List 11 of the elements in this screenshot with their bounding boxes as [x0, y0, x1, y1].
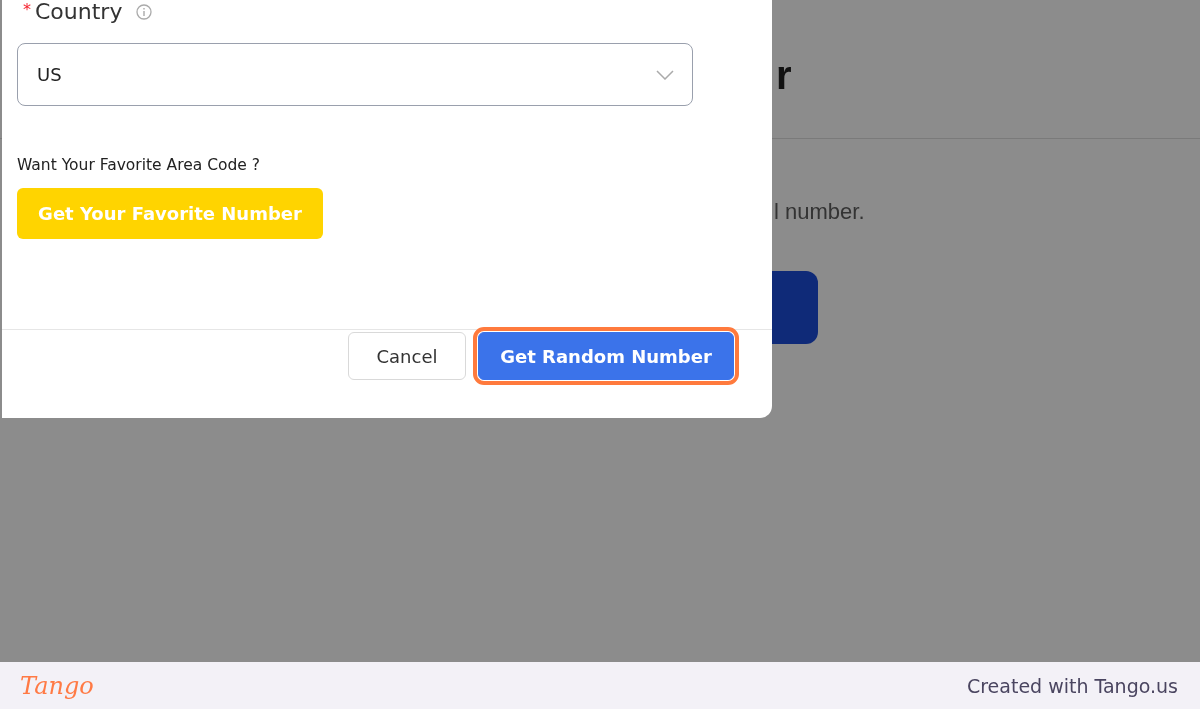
required-mark: * — [23, 0, 31, 19]
tango-logo: Tango — [20, 671, 94, 700]
page-text: l number. — [774, 199, 865, 225]
chevron-down-icon — [656, 69, 674, 80]
country-select[interactable]: US — [17, 43, 693, 106]
credit-text: Created with Tango.us — [966, 674, 1178, 697]
field-label: Country — [35, 0, 123, 24]
cancel-button[interactable]: Cancel — [348, 332, 466, 380]
info-icon — [136, 4, 153, 20]
prompt-text: Want Your Favorite Area Code ? — [17, 156, 261, 174]
page-heading: r — [776, 52, 792, 98]
